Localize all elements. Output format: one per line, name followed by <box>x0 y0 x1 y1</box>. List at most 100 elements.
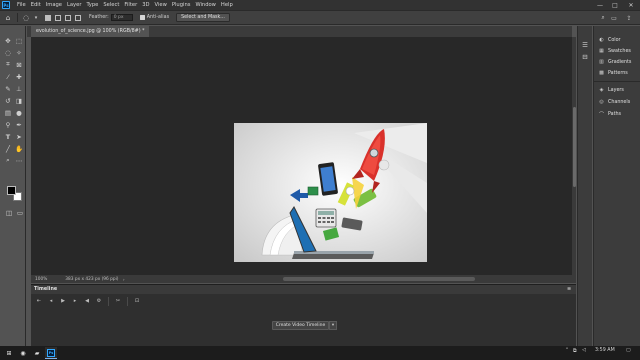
menu-plugins[interactable]: Plugins <box>172 2 191 8</box>
canvas-area[interactable] <box>31 37 572 275</box>
select-and-mask-button[interactable]: Select and Mask... <box>176 13 230 22</box>
adjustments-icon[interactable]: ⊟ <box>580 52 590 61</box>
file-explorer-icon[interactable]: ▰ <box>31 347 43 359</box>
timeline-panel: Timeline ≡ ⇤ ◂ ▶ ▸ ◀ ⚙ ✂ ⊡ Create Video … <box>31 284 576 346</box>
document-image[interactable] <box>234 123 427 262</box>
volume-icon[interactable]: ◁ <box>582 348 586 353</box>
transition-icon[interactable]: ⊡ <box>131 296 143 306</box>
gradient-tool-icon[interactable]: ▤ <box>3 108 13 117</box>
history-brush-tool-icon[interactable]: ↺ <box>3 96 13 105</box>
swatches-icon: ▦ <box>599 48 604 54</box>
notifications-icon[interactable]: ▢ <box>626 348 631 353</box>
frame-tool-icon[interactable]: ⊠ <box>14 60 24 69</box>
layers-icon: ◈ <box>599 87 604 93</box>
menu-filter[interactable]: Filter <box>124 2 137 8</box>
dodge-tool-icon[interactable]: ⚲ <box>3 120 13 129</box>
menu-image[interactable]: Image <box>46 2 62 8</box>
eyedropper-tool-icon[interactable]: ⁄ <box>3 72 13 81</box>
photoshop-taskbar-icon[interactable]: Ps <box>45 347 57 359</box>
line-tool-icon[interactable]: ╱ <box>3 144 13 153</box>
panel-channels[interactable]: ◎ Channels <box>598 97 630 107</box>
anti-alias-checkbox[interactable] <box>139 15 145 20</box>
menu-type[interactable]: Type <box>86 2 98 8</box>
search-icon[interactable]: ⌕ <box>598 13 608 23</box>
type-tool-icon[interactable]: T <box>3 132 13 141</box>
audio-icon[interactable]: ◀ <box>81 296 93 306</box>
feather-label: Feather: <box>89 15 109 20</box>
document-tab[interactable]: evolution_of_science.jpg @ 100% (RGB/8#)… <box>31 26 150 37</box>
subtract-from-selection-icon[interactable] <box>65 14 71 21</box>
screen-mode-icon[interactable]: ▭ <box>15 208 25 217</box>
status-chevron-icon[interactable]: › <box>123 277 125 282</box>
menu-window[interactable]: Window <box>195 2 215 8</box>
crop-tool-icon[interactable]: ⌗ <box>3 60 13 69</box>
intersect-selection-icon[interactable] <box>75 14 81 21</box>
previous-frame-icon[interactable]: ◂ <box>45 296 57 306</box>
eraser-tool-icon[interactable]: ◨ <box>14 96 24 105</box>
panel-color[interactable]: ◐ Color <box>598 35 620 45</box>
panel-gradients[interactable]: ▥ Gradients <box>598 57 631 67</box>
feather-input[interactable]: 0 px <box>110 14 133 21</box>
share-icon[interactable]: ⇪ <box>624 13 634 23</box>
artboard-tool-icon[interactable]: ⬚ <box>14 36 24 45</box>
menu-view[interactable]: View <box>155 2 167 8</box>
brush-tool-icon[interactable]: ✎ <box>3 84 13 93</box>
options-bar: ⌂ ◌ ▾ Feather: 0 px Anti-alias Select an… <box>0 10 640 25</box>
next-frame-icon[interactable]: ▸ <box>69 296 81 306</box>
panel-paths[interactable]: ⌒ Paths <box>598 109 621 119</box>
path-selection-tool-icon[interactable]: ➤ <box>14 132 24 141</box>
panel-swatches[interactable]: ▦ Swatches <box>598 46 631 56</box>
magic-wand-tool-icon[interactable]: ✧ <box>14 48 24 57</box>
tray-chevron-icon[interactable]: ⌃ <box>565 348 569 353</box>
workspace-icon[interactable]: ▭ <box>609 13 619 23</box>
clone-stamp-tool-icon[interactable]: ⊥ <box>14 84 24 93</box>
network-icon[interactable]: ⧉ <box>573 348 576 354</box>
lasso-tool-icon[interactable]: ◌ <box>3 48 13 57</box>
create-video-timeline-button[interactable]: Create Video Timeline <box>272 321 329 330</box>
channels-icon: ◎ <box>599 99 604 105</box>
timeline-title[interactable]: Timeline <box>34 287 57 292</box>
chevron-down-icon[interactable]: ▾ <box>31 13 41 23</box>
pen-tool-icon[interactable]: ✒ <box>14 120 24 129</box>
windows-start-icon[interactable]: ⊞ <box>3 347 15 359</box>
minimize-button[interactable]: — <box>594 0 606 10</box>
maximize-button[interactable]: □ <box>609 0 621 10</box>
lasso-tool-preset-icon[interactable]: ◌ <box>21 13 31 23</box>
spot-healing-tool-icon[interactable]: ✚ <box>14 72 24 81</box>
os-taskbar: ⊞ ◉ ▰ Ps ⌃ ⧉ ◁ 3:59 AM ▢ <box>0 346 640 360</box>
menu-select[interactable]: Select <box>103 2 119 8</box>
chevron-down-icon[interactable]: ▾ <box>329 321 337 330</box>
properties-icon[interactable]: ☰ <box>580 40 590 49</box>
zoom-level[interactable]: 100% <box>35 277 47 282</box>
divider <box>17 13 18 22</box>
move-tool-icon[interactable]: ✥ <box>3 36 13 45</box>
menu-file[interactable]: File <box>17 2 26 8</box>
menu-3d[interactable]: 3D <box>142 2 149 8</box>
horizontal-scrollbar[interactable] <box>283 277 475 281</box>
more-tools-icon[interactable]: ⋯ <box>14 156 24 165</box>
menu-help[interactable]: Help <box>221 2 233 8</box>
zoom-tool-icon[interactable]: ⌕ <box>3 156 13 165</box>
foreground-color-swatch[interactable] <box>7 186 16 195</box>
split-icon[interactable]: ✂ <box>112 296 124 306</box>
first-frame-icon[interactable]: ⇤ <box>33 296 45 306</box>
new-selection-icon[interactable] <box>45 14 51 21</box>
add-to-selection-icon[interactable] <box>55 14 61 21</box>
play-icon[interactable]: ▶ <box>57 296 69 306</box>
panel-layers[interactable]: ◈ Layers <box>598 85 624 95</box>
close-window-button[interactable]: ✕ <box>625 0 637 10</box>
panel-patterns[interactable]: ▩ Patterns <box>598 68 628 78</box>
home-icon[interactable]: ⌂ <box>3 13 13 23</box>
hand-tool-icon[interactable]: ✋ <box>14 144 24 153</box>
blur-tool-icon[interactable]: ● <box>14 108 24 117</box>
clock[interactable]: 3:59 AM <box>595 348 615 353</box>
chrome-icon[interactable]: ◉ <box>17 347 29 359</box>
panel-menu-icon[interactable]: ≡ <box>567 286 571 292</box>
settings-icon[interactable]: ⚙ <box>93 296 105 306</box>
panel-label: Patterns <box>608 70 628 76</box>
menu-layer[interactable]: Layer <box>67 2 81 8</box>
vertical-scrollbar[interactable] <box>572 37 576 275</box>
quick-mask-icon[interactable]: ◫ <box>4 208 14 217</box>
vertical-scroll-thumb[interactable] <box>572 107 576 187</box>
menu-edit[interactable]: Edit <box>31 2 41 8</box>
